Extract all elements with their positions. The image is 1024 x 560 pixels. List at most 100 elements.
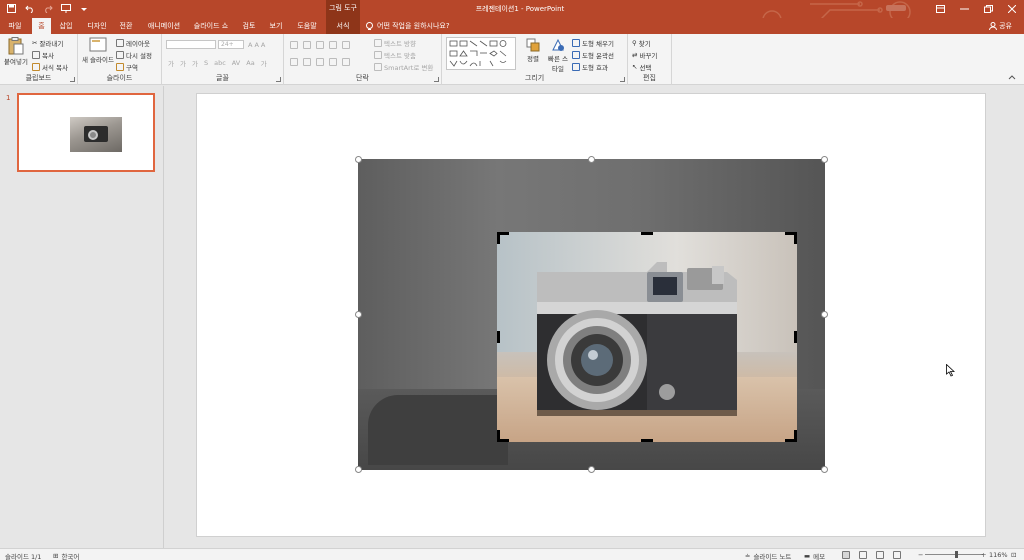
user-account[interactable] [886,5,906,11]
tab-insert[interactable]: 삽입 [55,18,77,34]
restore-icon[interactable] [976,0,1000,18]
numbering-icon[interactable] [303,41,311,49]
zoom-slider-thumb[interactable] [955,551,959,558]
tell-me-search[interactable]: 어떤 작업을 원하시나요? [366,21,450,31]
paragraph-launcher-icon[interactable] [434,77,439,82]
reading-view-icon[interactable] [876,551,884,559]
align-buttons[interactable] [290,58,350,66]
customize-qat-icon[interactable] [78,3,89,14]
crop-handle-s[interactable] [641,439,653,442]
align-center-icon[interactable] [303,58,311,66]
slideshow-icon[interactable] [60,3,71,14]
format-painter-button[interactable]: 서식 복사 [32,62,68,72]
paste-button[interactable]: 붙여넣기 [4,37,28,66]
replace-button[interactable]: ⇄ 바꾸기 [632,50,657,60]
shape-outline-button[interactable]: 도형 윤곽선 [572,50,614,60]
change-case-icon[interactable]: Aa [246,59,254,67]
resize-handle-sw[interactable] [355,466,362,473]
shapes-gallery[interactable] [446,37,516,70]
resize-handle-nw[interactable] [355,156,362,163]
tab-file[interactable]: 파일 [4,18,26,34]
justify-icon[interactable] [329,58,337,66]
italic-icon[interactable]: 가 [180,58,186,68]
tab-help[interactable]: 도움말 [292,18,322,34]
resize-handle-s[interactable] [588,466,595,473]
tab-transitions[interactable]: 전환 [115,18,137,34]
drawing-launcher-icon[interactable] [620,77,625,82]
layout-button[interactable]: 레이아웃 [116,38,150,48]
font-style-buttons[interactable]: 가 가 가 Sabc AV Aa 가 [168,58,267,68]
zoom-slider[interactable] [925,554,983,555]
undo-icon[interactable] [24,3,35,14]
tab-format[interactable]: 서식 [326,18,360,34]
font-name-field[interactable] [166,40,216,49]
find-button[interactable]: ⚲ 찾기 [632,38,651,48]
camera-photo[interactable] [497,232,797,442]
shadow-icon[interactable]: S [204,59,208,67]
strikethrough-icon[interactable]: abc [214,59,226,67]
list-buttons[interactable] [290,41,350,49]
ribbon-display-icon[interactable] [928,0,952,18]
share-button[interactable]: 공유 [989,21,1012,31]
slide-thumbnail[interactable] [17,93,155,172]
decrease-indent-icon[interactable] [316,41,324,49]
zoom-in-button[interactable]: + [981,551,986,559]
shape-effects-button[interactable]: 도형 효과 [572,62,608,72]
resize-handle-ne[interactable] [821,156,828,163]
collapse-ribbon-icon[interactable] [1008,74,1016,80]
text-direction-button[interactable]: 텍스트 방향 [374,38,416,48]
tab-review[interactable]: 검토 [238,18,260,34]
bold-icon[interactable]: 가 [168,58,174,68]
font-size-field[interactable]: 24+ [218,40,244,49]
notes-button[interactable]: ≐ 슬라이드 노트 [745,551,791,560]
smartart-button[interactable]: SmartArt로 변환 [374,62,433,72]
columns-icon[interactable] [342,58,350,66]
arrange-button[interactable]: 정렬 [526,38,540,63]
save-icon[interactable] [6,3,17,14]
spacing-icon[interactable]: AV [232,59,240,67]
resize-handle-se[interactable] [821,466,828,473]
resize-handle-n[interactable] [588,156,595,163]
zoom-percentage[interactable]: 116% [989,551,1008,559]
normal-view-icon[interactable] [842,551,850,559]
bullets-icon[interactable] [290,41,298,49]
cut-button[interactable]: ✂ 잘라내기 [32,38,63,48]
slide-sorter-icon[interactable] [859,551,867,559]
copy-button[interactable]: 복사 [32,50,54,60]
tab-design[interactable]: 디자인 [82,18,112,34]
new-slide-button[interactable]: 새 슬라이드 [82,37,114,64]
clipboard-launcher-icon[interactable] [70,77,75,82]
fit-slide-icon[interactable]: ⊡ [1011,551,1016,559]
tab-animations[interactable]: 애니메이션 [143,18,185,34]
quick-styles-button[interactable]: 빠른 스타일 [546,38,570,73]
tab-view[interactable]: 보기 [265,18,287,34]
align-text-button[interactable]: 텍스트 맞춤 [374,50,416,60]
align-left-icon[interactable] [290,58,298,66]
line-spacing-icon[interactable] [342,41,350,49]
zoom-out-button[interactable]: − [918,551,923,559]
increase-indent-icon[interactable] [329,41,337,49]
resize-handle-e[interactable] [821,311,828,318]
language-indicator[interactable]: ⊞ 한국어 [53,551,79,560]
tab-slideshow[interactable]: 슬라이드 쇼 [190,18,232,34]
font-launcher-icon[interactable] [276,77,281,82]
slideshow-view-icon[interactable] [893,551,901,559]
crop-handle-w[interactable] [497,331,500,343]
shape-fill-button[interactable]: 도형 채우기 [572,38,614,48]
tab-home[interactable]: 홈 [32,18,51,34]
align-right-icon[interactable] [316,58,324,66]
resize-handle-w[interactable] [355,311,362,318]
slide-canvas[interactable] [196,93,986,537]
close-icon[interactable] [1000,0,1024,18]
crop-handle-n[interactable] [641,232,653,235]
redo-icon[interactable] [42,3,53,14]
select-button[interactable]: ↖ 선택 [632,62,651,72]
font-size-buttons[interactable]: AAA [248,41,265,49]
crop-handle-e[interactable] [794,331,797,343]
minimize-icon[interactable] [952,0,976,18]
reset-button[interactable]: 다시 설정 [116,50,152,60]
comments-button[interactable]: ▬ 메모 [804,551,825,560]
underline-icon[interactable]: 가 [192,58,198,68]
section-button[interactable]: 구역 [116,62,138,72]
font-color-icon[interactable]: 가 [261,58,267,68]
